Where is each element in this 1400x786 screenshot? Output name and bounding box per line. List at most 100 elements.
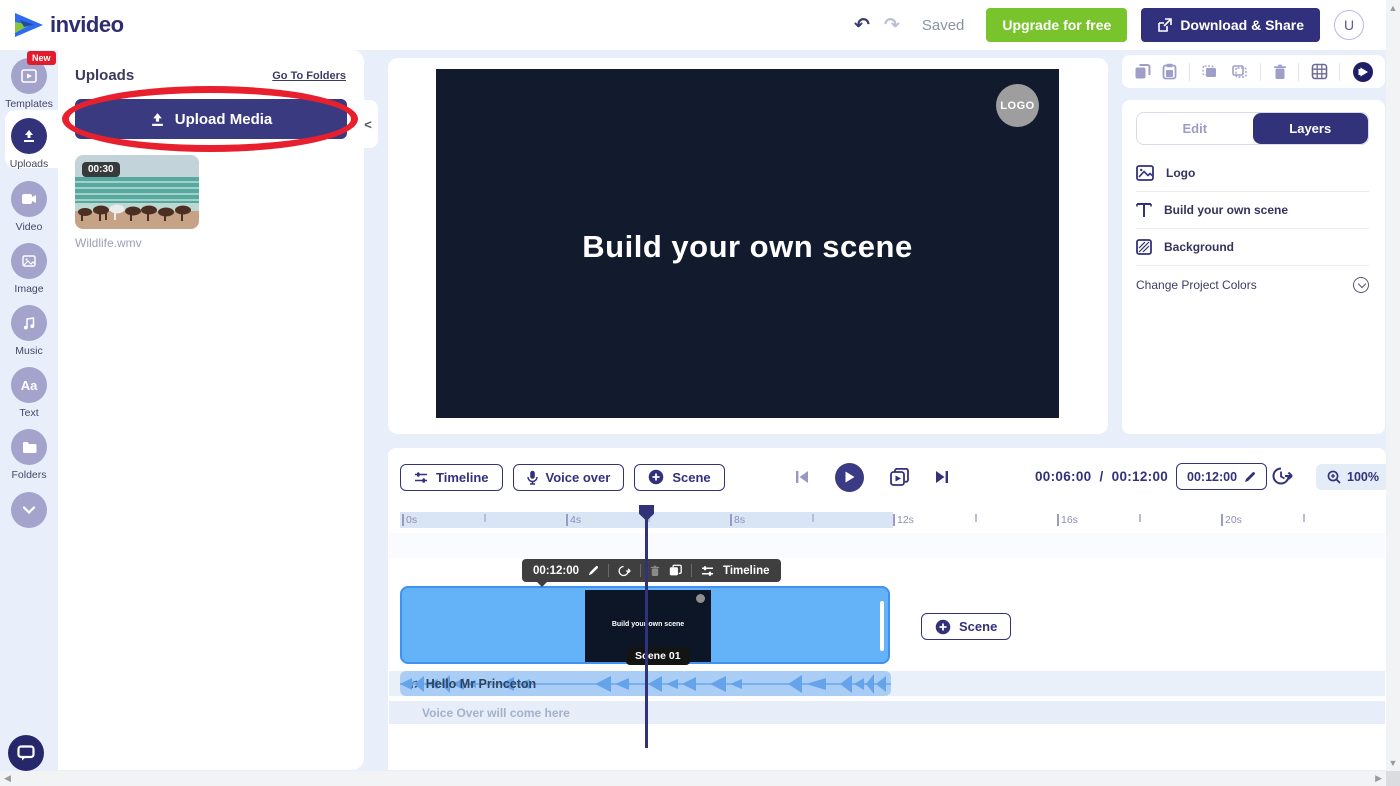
go-to-folders-link[interactable]: Go To Folders <box>272 70 346 82</box>
sidebar-more-button[interactable] <box>0 492 58 528</box>
layer-row-logo[interactable]: Logo <box>1136 155 1369 192</box>
user-avatar[interactable]: U <box>1334 10 1364 40</box>
add-scene-button[interactable]: Scene <box>921 613 1011 640</box>
ruler-tick-label: 16s <box>1061 514 1078 526</box>
chevron-down-icon <box>11 492 47 528</box>
export-icon <box>1157 18 1172 33</box>
duration-history-icon[interactable] <box>1272 466 1293 491</box>
ruler-tick-label: 12s <box>897 514 914 526</box>
scroll-left-arrow[interactable]: ◀ <box>0 770 15 786</box>
tab-layers[interactable]: Layers <box>1253 113 1369 144</box>
canvas-headline-text[interactable]: Build your own scene <box>436 229 1059 265</box>
sidebar-item-text[interactable]: Aa Text <box>0 367 58 419</box>
scroll-down-arrow[interactable]: ▼ <box>1385 755 1400 771</box>
playback-time: 00:06:00 / 00:12:00 <box>1035 469 1168 484</box>
send-backward-icon[interactable] <box>1231 64 1249 80</box>
voice-over-placeholder: Voice Over will come here <box>422 706 570 720</box>
scene-duration: 00:12:00 <box>533 565 579 577</box>
playhead[interactable] <box>645 505 648 748</box>
invideo-logo[interactable]: invideo <box>14 12 124 38</box>
inspector-tabs: Edit Layers <box>1136 112 1369 145</box>
microphone-icon <box>527 470 538 485</box>
present-play-icon[interactable] <box>1352 61 1374 83</box>
layer-row-text[interactable]: Build your own scene <box>1136 192 1369 229</box>
divider <box>1189 63 1190 81</box>
layer-row-background[interactable]: Background <box>1136 229 1369 266</box>
sidebar-item-music[interactable]: Music <box>0 305 58 357</box>
upgrade-button[interactable]: Upgrade for free <box>986 8 1127 42</box>
media-thumbnail-wildlife[interactable]: 00:30 <box>75 155 199 229</box>
zoom-in-icon <box>1327 470 1341 484</box>
chat-bubble-icon <box>17 745 35 761</box>
scene-context-toolbar: 00:12:00 Timeline <box>522 559 781 582</box>
timeline-button[interactable]: Timeline <box>400 464 503 491</box>
undo-icon[interactable]: ↶ <box>854 14 870 37</box>
object-tools-bar <box>1122 55 1385 88</box>
duration-badge: 00:30 <box>82 162 120 177</box>
music-icon <box>11 305 47 341</box>
copy-icon[interactable] <box>1134 63 1151 80</box>
tab-edit[interactable]: Edit <box>1137 113 1253 144</box>
left-nav-rail: New Templates Uploads Video Image <box>0 50 58 770</box>
bring-forward-icon[interactable] <box>1201 64 1219 80</box>
pencil-icon <box>1244 471 1256 483</box>
brand-wordmark: invideo <box>50 12 124 38</box>
scene-resize-handle[interactable] <box>880 601 884 651</box>
uploads-panel: Uploads Go To Folders Upload Media < <box>58 50 364 770</box>
upload-icon <box>11 118 47 154</box>
text-layer-icon <box>1136 202 1152 218</box>
sliders-icon[interactable] <box>701 565 714 577</box>
preview-card: Build your own scene LOGO <box>388 58 1108 434</box>
sidebar-item-templates[interactable]: New Templates <box>0 58 58 110</box>
scroll-right-arrow[interactable]: ▶ <box>1371 770 1386 786</box>
sidebar-item-video[interactable]: Video <box>0 181 58 233</box>
canvas-logo-placeholder[interactable]: LOGO <box>996 84 1039 127</box>
divider <box>1260 63 1261 81</box>
play-button[interactable] <box>835 463 864 492</box>
collapse-panel-button[interactable]: < <box>358 100 378 148</box>
sidebar-item-folders[interactable]: Folders <box>0 429 58 481</box>
new-badge: New <box>27 51 56 65</box>
zoom-level-button[interactable]: 100% <box>1316 464 1390 490</box>
video-canvas[interactable]: Build your own scene LOGO <box>436 69 1059 418</box>
skip-to-start-icon[interactable] <box>795 470 809 484</box>
music-track: ♫ Hello Mr Princeton <box>389 671 1385 696</box>
media-filename: Wildlife.wmv <box>75 236 142 250</box>
play-icon <box>844 471 855 483</box>
timeline-panel: Timeline Voice over Scene 00:06:00 / 00:… <box>388 448 1386 770</box>
horizontal-scrollbar[interactable]: ◀ ▶ <box>0 771 1386 786</box>
delete-scene-icon[interactable] <box>650 565 660 577</box>
pencil-icon[interactable] <box>588 565 599 576</box>
redo-icon[interactable]: ↷ <box>884 14 900 37</box>
scene-button[interactable]: Scene <box>634 464 724 491</box>
vertical-scrollbar[interactable]: ▲ ▼ <box>1386 0 1400 771</box>
change-project-colors[interactable]: Change Project Colors <box>1136 266 1369 303</box>
reset-duration-icon[interactable] <box>618 565 631 577</box>
timeline-ruler[interactable]: 0s 4s 8s 12s 16s 20s <box>389 512 1385 528</box>
paste-icon[interactable] <box>1162 63 1177 80</box>
voice-over-button[interactable]: Voice over <box>513 464 625 491</box>
video-icon <box>11 181 47 217</box>
grid-layout-icon[interactable] <box>1311 63 1328 80</box>
context-timeline-label[interactable]: Timeline <box>723 565 769 577</box>
skip-to-end-icon[interactable] <box>935 470 949 484</box>
ruler-tick-label: 8s <box>734 514 745 526</box>
upload-arrow-icon <box>150 112 165 127</box>
timeline-toolbar: Timeline Voice over Scene 00:06:00 / 00:… <box>400 463 1374 491</box>
ruler-tick-label: 0s <box>406 514 417 526</box>
chat-support-button[interactable] <box>8 735 44 771</box>
invideo-logo-icon <box>14 12 44 38</box>
voice-over-track[interactable]: Voice Over will come here <box>389 701 1385 724</box>
scroll-up-arrow[interactable]: ▲ <box>1385 0 1400 16</box>
delete-icon[interactable] <box>1273 64 1287 80</box>
text-icon: Aa <box>11 367 47 403</box>
preview-all-icon[interactable] <box>890 468 909 486</box>
sidebar-item-uploads[interactable]: Uploads <box>0 118 58 170</box>
upload-media-button[interactable]: Upload Media <box>75 99 347 139</box>
track-spacer <box>389 533 1385 558</box>
sidebar-item-image[interactable]: Image <box>0 243 58 295</box>
download-share-button[interactable]: Download & Share <box>1141 8 1320 42</box>
project-duration-button[interactable]: 00:12:00 <box>1176 463 1267 490</box>
music-clip-name: Hello Mr Princeton <box>426 677 536 691</box>
duplicate-scene-icon[interactable] <box>669 564 682 577</box>
